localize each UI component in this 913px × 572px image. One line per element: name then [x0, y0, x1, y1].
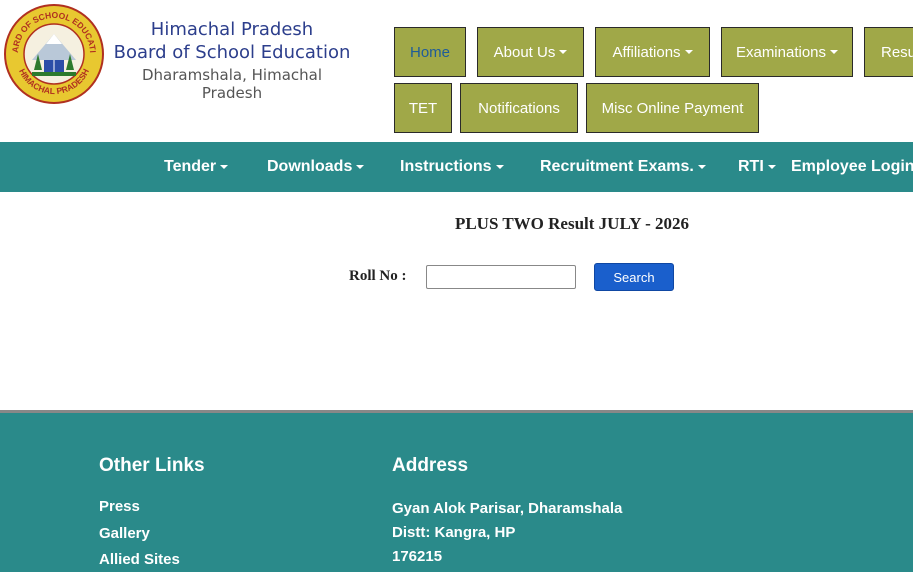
nav-home[interactable]: Home [394, 27, 466, 77]
footer-link-gallery[interactable]: Gallery [99, 525, 150, 542]
caret-down-icon [767, 164, 776, 169]
site-footer: Other Links Press Gallery Allied Sites A… [0, 413, 913, 572]
nav-examinations[interactable]: Examinations [721, 27, 853, 77]
caret-down-icon [830, 50, 839, 54]
address-line: 176215 [392, 548, 443, 565]
subnav-employee-login[interactable]: Employee Login [791, 142, 913, 192]
subnav-recruitment-exams[interactable]: Recruitment Exams. [540, 142, 706, 192]
footer-link-allied-sites[interactable]: Allied Sites [99, 551, 180, 568]
nav-about-us[interactable]: About Us [477, 27, 584, 77]
result-title: PLUS TWO Result JULY - 2026 [454, 214, 690, 233]
roll-number-input[interactable] [426, 265, 576, 289]
subnav-instructions[interactable]: Instructions [400, 142, 504, 192]
footer-link-press[interactable]: Press [99, 498, 140, 515]
nav-notifications[interactable]: Notifications [460, 83, 578, 133]
nav-tet[interactable]: TET [394, 83, 452, 133]
caret-down-icon [684, 50, 693, 54]
caret-down-icon [356, 164, 365, 169]
roll-number-label: Roll No : [349, 268, 407, 284]
org-name-line1: Himachal Pradesh [150, 19, 314, 40]
other-links-heading: Other Links [99, 455, 205, 476]
subnav-downloads[interactable]: Downloads [267, 142, 365, 192]
caret-down-icon [495, 164, 504, 169]
site-header: BOARD OF SCHOOL EDUCATION HIMACHAL PRADE… [0, 0, 913, 142]
caret-down-icon [697, 164, 706, 169]
nav-affiliations[interactable]: Affiliations [595, 27, 710, 77]
caret-down-icon [220, 164, 229, 169]
subnav-rti[interactable]: RTI [738, 142, 776, 192]
org-location: Dharamshala, Himachal Pradesh [142, 66, 322, 102]
caret-down-icon [559, 50, 568, 54]
org-name-line2: Board of School Education [113, 42, 351, 63]
nav-results[interactable]: Resu [864, 27, 913, 77]
address-line: Gyan Alok Parisar, Dharamshala [392, 500, 623, 517]
secondary-nav: Tender Downloads Instructions Recruitmen… [0, 142, 913, 192]
search-button[interactable]: Search [594, 263, 674, 291]
subnav-tender[interactable]: Tender [164, 142, 229, 192]
address-heading: Address [392, 455, 469, 476]
nav-misc-online-payment[interactable]: Misc Online Payment [586, 83, 759, 133]
board-logo-icon[interactable]: BOARD OF SCHOOL EDUCATION HIMACHAL PRADE… [4, 4, 104, 104]
org-name: Himachal Pradesh Board of School Educati… [112, 18, 352, 64]
address-line: Distt: Kangra, HP [392, 524, 516, 541]
